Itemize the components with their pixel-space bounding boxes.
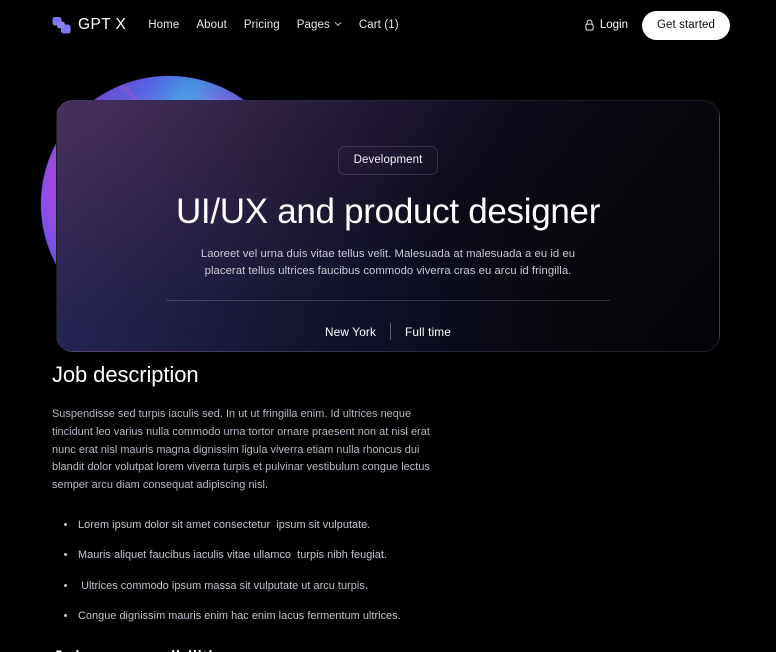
job-description-heading: Job description	[52, 362, 199, 387]
navbar-right-group: Login Get started	[584, 10, 730, 40]
navbar-links: Home About Pricing Pages Cart (1)	[148, 19, 398, 31]
login-label: Login	[599, 19, 628, 31]
job-subtitle: Laoreet vel urna duis vitae tellus velit…	[200, 247, 576, 277]
job-category-tag[interactable]: Development	[337, 146, 439, 175]
offset-squares-logo-icon	[52, 16, 71, 35]
nav-link-pages[interactable]: Pages	[297, 19, 342, 31]
list-item: Congue dignissim mauris enim hac enim la…	[52, 608, 724, 624]
job-title: UI/UX and product designer	[175, 192, 601, 231]
login-link[interactable]: Login	[584, 19, 628, 31]
nav-link-home-label: Home	[148, 19, 180, 31]
job-description-paragraph: Suspendisse sed turpis iaculis sed. In u…	[52, 408, 433, 492]
nav-link-pricing[interactable]: Pricing	[244, 19, 280, 31]
main-navbar: GPT X Home About Pricing Pages Cart (1) …	[0, 0, 776, 50]
job-hero-card: Development UI/UX and product designer L…	[56, 100, 720, 352]
nav-link-cart[interactable]: Cart (1)	[359, 19, 399, 31]
nav-link-about[interactable]: About	[196, 19, 227, 31]
nav-link-pricing-label: Pricing	[243, 19, 280, 31]
nav-link-pages-label: Pages	[296, 19, 330, 31]
list-item: Ultrices commodo ipsum massa sit vulputa…	[52, 578, 724, 594]
brand-logo-link[interactable]: GPT X	[52, 16, 126, 35]
navbar-left-group: GPT X Home About Pricing Pages Cart (1)	[52, 16, 399, 35]
job-location: New York	[325, 324, 377, 339]
job-responsibilities-heading: Job responsibilities	[52, 646, 724, 652]
nav-link-cart-label: Cart (1)	[358, 19, 399, 31]
get-started-button[interactable]: Get started	[642, 10, 730, 40]
job-meta-row: New York Full time	[325, 323, 451, 341]
job-content: Job description Suspendisse sed turpis i…	[0, 362, 776, 652]
job-description-bullet-list: Lorem ipsum dolor sit amet consectetur i…	[52, 517, 724, 624]
list-item: Mauris aliquet faucibus iaculis vitae ul…	[52, 547, 724, 563]
nav-link-about-label: About	[196, 19, 227, 31]
hero-divider	[166, 300, 610, 302]
lock-icon	[584, 19, 595, 31]
list-item: Lorem ipsum dolor sit amet consectetur i…	[52, 517, 724, 533]
hero-section: Development UI/UX and product designer L…	[0, 50, 776, 362]
chevron-down-icon	[334, 20, 342, 28]
job-employment-type: Full time	[405, 324, 451, 339]
meta-divider	[390, 323, 392, 341]
brand-name: GPT X	[78, 16, 127, 33]
nav-link-home[interactable]: Home	[148, 19, 179, 31]
